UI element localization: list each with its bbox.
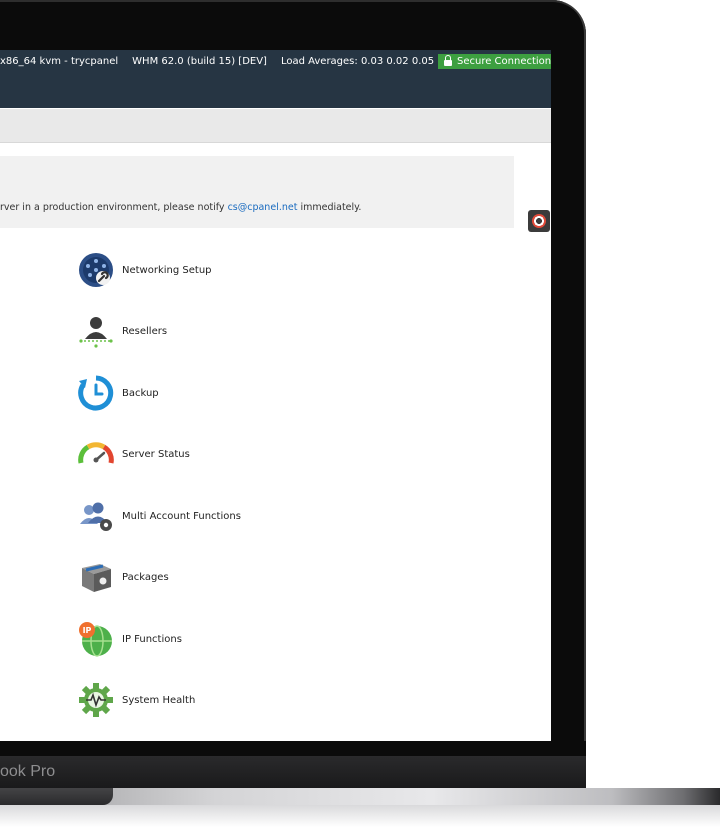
menu-label: System Health bbox=[122, 694, 196, 706]
load-averages: Load Averages: 0.03 0.02 0.05 bbox=[280, 56, 435, 67]
multi-user-gear-icon bbox=[80, 502, 112, 531]
dev-notice: rver in a production environment, please… bbox=[0, 156, 514, 228]
laptop-base-notch bbox=[0, 788, 113, 805]
whm-topbar: x86_64 kvm - trycpanel WHM 62.0 (build 15… bbox=[0, 50, 551, 108]
notice-text: rver in a production environment, please… bbox=[0, 202, 362, 213]
menu-item-packages[interactable]: Packages bbox=[78, 559, 169, 595]
menu-item-multi-account-functions[interactable]: Multi Account Functions bbox=[78, 498, 241, 534]
menu-item-backup[interactable]: Backup bbox=[78, 375, 159, 411]
menu-item-ip-functions[interactable]: IP IP Functions bbox=[78, 621, 182, 657]
menu-item-networking-setup[interactable]: Networking Setup bbox=[78, 252, 212, 288]
server-info: x86_64 kvm - trycpanel WHM 62.0 (build 15… bbox=[0, 56, 448, 67]
menu-label: Packages bbox=[122, 571, 169, 583]
menu-item-server-status[interactable]: Server Status bbox=[78, 436, 190, 472]
support-email-link[interactable]: cs@cpanel.net bbox=[228, 202, 298, 213]
package-box-icon bbox=[82, 564, 111, 592]
menu-label: Resellers bbox=[122, 325, 168, 337]
breadcrumb-bar bbox=[0, 109, 551, 143]
network-wrench-icon bbox=[79, 253, 113, 287]
version-label: WHM 62.0 (build 15) [DEV] bbox=[132, 56, 267, 67]
ip-globe-icon: IP bbox=[79, 622, 112, 657]
menu-label: Server Status bbox=[122, 448, 190, 460]
menu-item-system-health[interactable]: System Health bbox=[78, 682, 195, 718]
menu-label: Multi Account Functions bbox=[122, 510, 241, 522]
help-lifebuoy-icon[interactable] bbox=[528, 210, 550, 232]
health-gear-icon bbox=[79, 683, 113, 717]
device-label: ook Pro bbox=[0, 763, 56, 780]
secure-label: Secure Connection bbox=[457, 56, 551, 67]
svg-text:IP: IP bbox=[83, 626, 92, 635]
backup-clock-icon bbox=[78, 375, 114, 411]
lock-icon bbox=[444, 55, 452, 66]
menu-label: Backup bbox=[122, 387, 159, 399]
menu-label: IP Functions bbox=[122, 633, 182, 645]
host-label: x86_64 kvm - trycpanel bbox=[0, 56, 119, 67]
screen: x86_64 kvm - trycpanel WHM 62.0 (build 15… bbox=[0, 50, 551, 741]
menu-label: Networking Setup bbox=[122, 264, 212, 276]
laptop-chin bbox=[0, 756, 586, 788]
gauge-icon bbox=[78, 442, 114, 464]
reseller-person-icon bbox=[79, 317, 113, 348]
secure-connection-badge[interactable]: Secure Connection bbox=[438, 54, 551, 69]
menu-item-resellers[interactable]: Resellers bbox=[78, 313, 167, 349]
laptop-shadow bbox=[0, 805, 720, 827]
